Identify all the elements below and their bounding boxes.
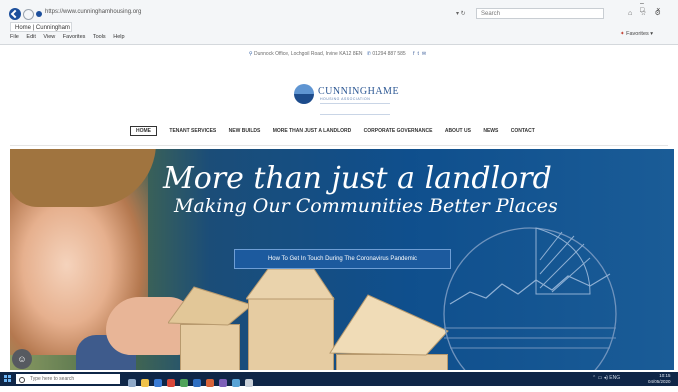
contact-phone[interactable]: 01294 887 585 [372,51,405,57]
chat-icon[interactable]: ☺ [12,349,32,369]
nav-divider [10,145,668,146]
menu-view[interactable]: View [43,34,55,40]
wood-block-roof-right [329,294,449,356]
phone-icon: ✆ [366,51,371,57]
browser-chrome: https://www.cunninghamhousing.org ▾ ↻ Se… [0,0,678,45]
nav-tenant-services[interactable]: TENANT SERVICES [169,128,216,134]
refresh-icon[interactable]: ▾ ↻ [456,10,466,17]
menu-favorites[interactable]: Favorites [63,34,86,40]
menu-edit[interactable]: Edit [26,34,35,40]
maximize-button[interactable]: □ [640,7,656,14]
nav-new-builds[interactable]: NEW BUILDS [229,128,261,134]
site-logo[interactable]: CUNNINGHAME HOUSING ASSOCIATION [294,84,404,118]
favorites-label[interactable]: Favorites [626,31,649,37]
logo-name: CUNNINGHAME [318,86,400,97]
windows-start-icon[interactable] [4,375,12,383]
hero-emblem-graphic [443,227,617,370]
taskbar-clock[interactable]: 10:15 04/05/2020 [648,373,671,385]
wood-block-roof [168,286,254,326]
coronavirus-contact-button[interactable]: How To Get In Touch During The Coronavir… [234,249,451,269]
main-nav: HOME TENANT SERVICES NEW BUILDS MORE THA… [130,126,546,136]
hero-title: More than just a landlord [163,161,552,196]
nav-corporate-governance[interactable]: CORPORATE GOVERNANCE [364,128,433,134]
logo-decoration [320,103,390,115]
taskbar-search-input[interactable]: Type here to search [16,374,120,384]
forward-icon[interactable] [23,9,34,20]
clock-date: 04/05/2020 [648,379,671,384]
hero-banner: More than just a landlord Making Our Com… [10,149,674,370]
email-icon[interactable]: ✉ [422,51,429,57]
wood-block-tall [248,297,334,370]
search-icon [19,377,25,383]
menu-file[interactable]: File [10,34,19,40]
address-bar[interactable]: https://www.cunninghamhousing.org [45,9,141,15]
system-tray[interactable]: ⌃ ▭ ◂) ENG [592,375,620,381]
browser-menubar: File Edit View Favorites Tools Help [10,34,131,40]
browser-tab[interactable]: Home | Cunningham Housing... [10,22,72,32]
nav-news[interactable]: NEWS [483,128,498,134]
home-icon[interactable]: ⌂ [628,10,640,17]
nav-more-than-landlord[interactable]: MORE THAN JUST A LANDLORD [273,128,352,134]
close-button[interactable]: × [656,7,672,14]
wood-block [180,324,240,370]
location-pin-icon: ⚲ [248,51,253,57]
taskbar-app-icons [128,374,258,387]
site-favicon [36,11,42,17]
contact-address: Dunnock Office, Lochgoil Road, Irvine KA… [253,51,363,57]
contact-strip: ⚲ Dunnock Office, Lochgoil Road, Irvine … [0,51,678,57]
logo-subtitle: HOUSING ASSOCIATION [320,97,371,101]
nav-home[interactable]: HOME [130,126,157,136]
favorites-bar[interactable]: ✦ Favorites ▾ [620,31,653,37]
nav-about-us[interactable]: ABOUT US [445,128,471,134]
wood-block-roof-tall [246,268,335,300]
windows-taskbar: Type here to search ⌃ ▭ ◂) ENG 10:15 04/… [0,372,678,387]
back-icon[interactable] [9,8,21,20]
menu-tools[interactable]: Tools [93,34,106,40]
minimize-button[interactable]: – [640,0,656,7]
browser-search-input[interactable]: Search [476,8,604,19]
logo-emblem [294,84,314,104]
nav-contact[interactable]: CONTACT [511,128,535,134]
menu-help[interactable]: Help [113,34,124,40]
